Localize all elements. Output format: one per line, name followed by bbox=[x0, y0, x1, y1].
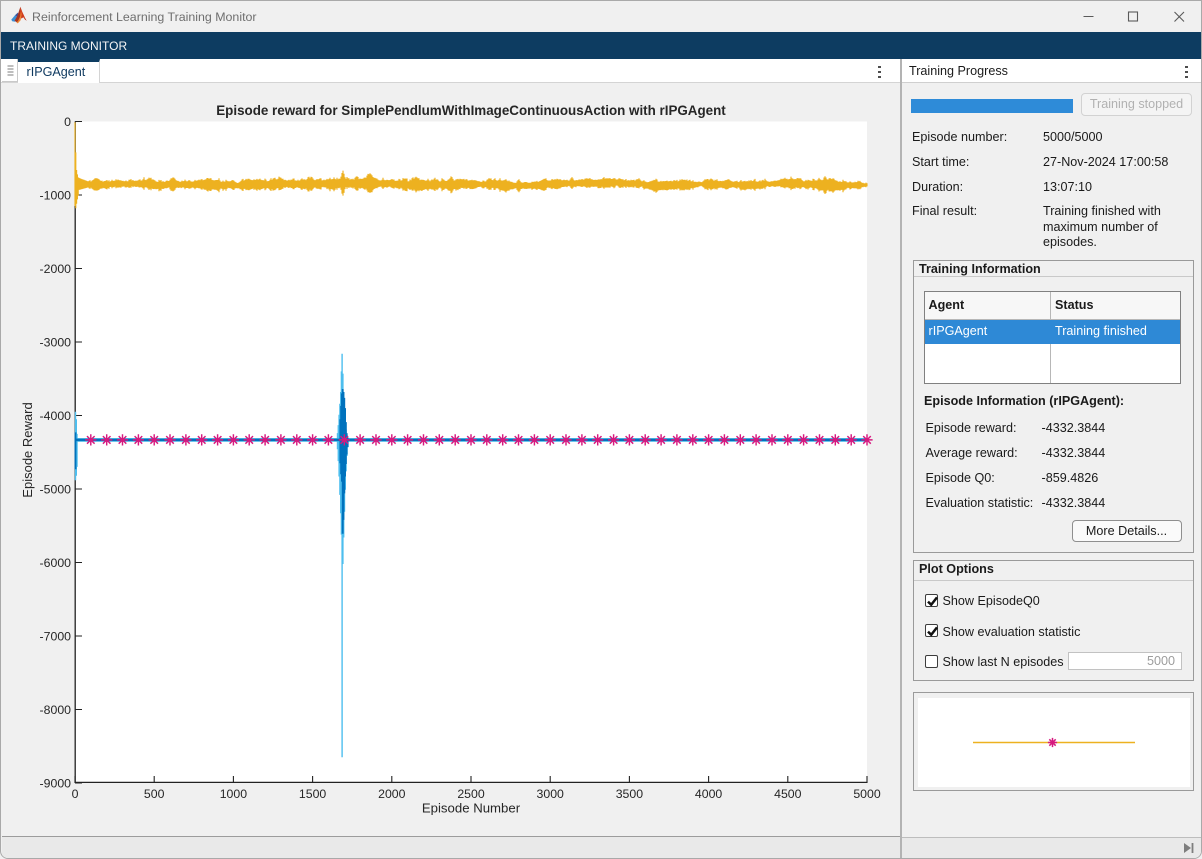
svg-text:3000: 3000 bbox=[537, 787, 565, 801]
svg-text:5000: 5000 bbox=[853, 787, 881, 801]
svg-text:-2000: -2000 bbox=[40, 262, 72, 276]
svg-text:2000: 2000 bbox=[378, 787, 406, 801]
svg-text:-8000: -8000 bbox=[40, 703, 72, 717]
svg-text:4500: 4500 bbox=[774, 787, 802, 801]
svg-text:4000: 4000 bbox=[695, 787, 723, 801]
svg-text:Episode reward for SimplePendl: Episode reward for SimplePendlumWithImag… bbox=[216, 103, 726, 118]
svg-text:2500: 2500 bbox=[457, 787, 485, 801]
svg-text:-1000: -1000 bbox=[40, 189, 72, 203]
svg-text:3500: 3500 bbox=[616, 787, 644, 801]
svg-text:-7000: -7000 bbox=[40, 630, 72, 644]
svg-text:1500: 1500 bbox=[299, 787, 327, 801]
svg-text:-6000: -6000 bbox=[40, 556, 72, 570]
svg-text:500: 500 bbox=[144, 787, 165, 801]
svg-text:Episode Reward: Episode Reward bbox=[20, 402, 35, 497]
svg-text:1000: 1000 bbox=[220, 787, 248, 801]
svg-text:-4000: -4000 bbox=[40, 409, 72, 423]
svg-text:-5000: -5000 bbox=[40, 483, 72, 497]
svg-text:Episode Number: Episode Number bbox=[422, 801, 521, 816]
svg-text:-9000: -9000 bbox=[40, 777, 72, 791]
svg-text:-3000: -3000 bbox=[40, 336, 72, 350]
svg-text:0: 0 bbox=[64, 115, 71, 129]
svg-text:0: 0 bbox=[72, 787, 79, 801]
